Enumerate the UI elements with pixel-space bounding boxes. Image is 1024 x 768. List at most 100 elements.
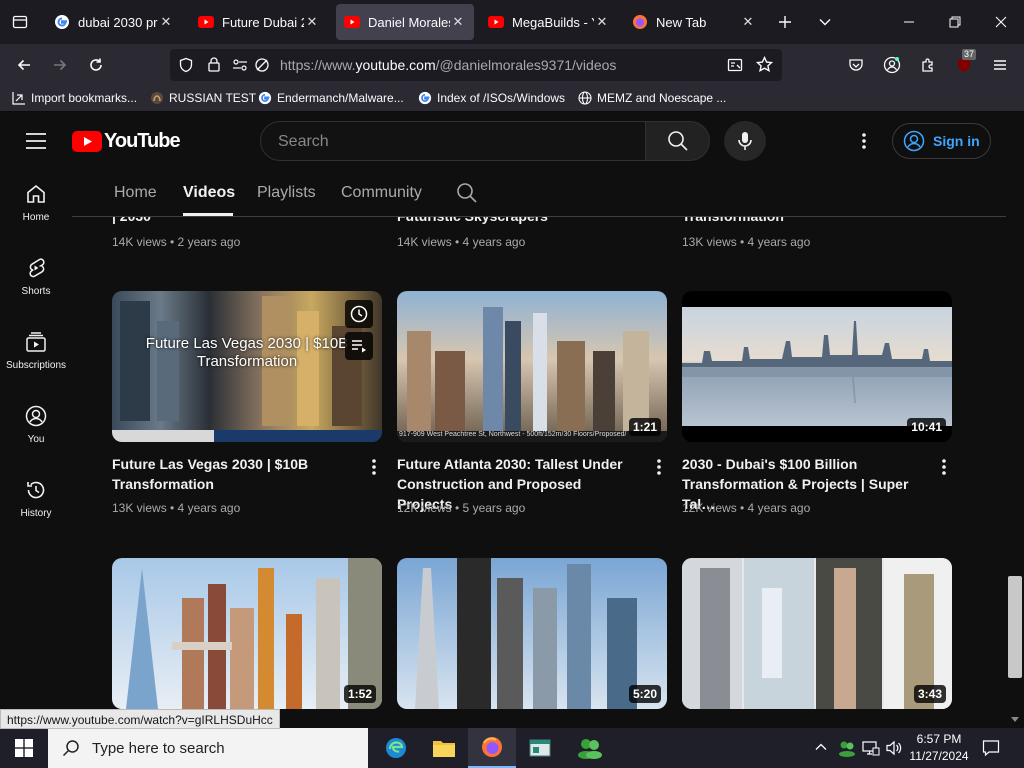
firefox-icon — [632, 14, 648, 30]
tab-home[interactable]: Home — [114, 184, 157, 202]
settings-menu-button[interactable] — [856, 131, 872, 156]
tab-daniel-morales[interactable]: Daniel Morales - ✕ — [336, 4, 474, 40]
sidebar-label: Subscriptions — [5, 360, 67, 371]
ublock-extension-button[interactable]: 37 — [949, 49, 979, 80]
bookmark-endermanch[interactable]: Endermanch/Malware... — [258, 91, 404, 105]
search-icon — [667, 131, 688, 151]
folder-icon — [433, 741, 455, 757]
forward-button[interactable] — [45, 50, 75, 80]
pocket-button[interactable] — [841, 50, 871, 80]
video-options-button[interactable] — [366, 457, 382, 477]
watch-later-button[interactable] — [345, 300, 373, 328]
bookmark-label: RUSSIAN TEST — [169, 91, 257, 105]
account-button[interactable] — [877, 50, 907, 80]
address-bar[interactable]: https://www.youtube.com/@danielmorales93… — [170, 49, 782, 81]
guide-menu-button[interactable] — [24, 129, 48, 158]
minimize-button[interactable] — [886, 0, 932, 44]
video-options-button[interactable] — [651, 457, 667, 477]
taskbar-app-window[interactable] — [516, 728, 564, 768]
tab-community[interactable]: Community — [341, 184, 422, 202]
channel-search-button[interactable] — [456, 182, 478, 209]
kebab-menu-icon — [862, 133, 866, 149]
taskbar-file-explorer[interactable] — [420, 728, 468, 768]
youtube-page: | 2030 14K views • 2 years ago Futuristi… — [0, 112, 1024, 728]
bookmark-import[interactable]: Import bookmarks... — [12, 91, 137, 105]
permissions-icon[interactable] — [232, 57, 248, 78]
sidebar-item-history[interactable]: History — [0, 466, 72, 532]
clock-time: 6:57 PM — [916, 732, 962, 746]
add-to-queue-button[interactable] — [345, 332, 373, 360]
youtube-wordmark: YouTube — [104, 130, 181, 152]
sidebar-item-home[interactable]: Home — [0, 170, 72, 236]
taskbar-firefox[interactable] — [468, 728, 516, 768]
new-tab-button[interactable] — [770, 7, 800, 37]
scrollbar-thumb[interactable] — [1008, 576, 1022, 678]
thumbnail-art — [415, 558, 637, 709]
close-tab-icon[interactable]: ✕ — [740, 14, 756, 30]
close-tab-icon[interactable]: ✕ — [450, 14, 466, 30]
app-window-icon — [529, 739, 551, 757]
tab-new-tab[interactable]: New Tab ✕ — [624, 4, 764, 40]
notifications-button[interactable] — [982, 739, 1000, 762]
video-thumbnail[interactable]: 917-909 West Peachtree St, Northwest - 5… — [397, 291, 667, 442]
back-button[interactable] — [9, 50, 39, 80]
video-thumbnail[interactable]: 10:41 — [682, 291, 952, 442]
tray-people-icon[interactable] — [838, 739, 856, 762]
show-hidden-icons-button[interactable] — [814, 740, 828, 759]
start-button[interactable] — [0, 728, 48, 768]
globe-icon — [578, 91, 592, 105]
tab-future-dubai[interactable]: Future Dubai 20 ✕ — [190, 4, 328, 40]
volume-icon[interactable] — [885, 740, 903, 761]
voice-search-button[interactable] — [724, 121, 766, 161]
lock-icon[interactable] — [206, 56, 222, 77]
sidebar-item-subscriptions[interactable]: Subscriptions — [0, 318, 72, 384]
tab-playlists[interactable]: Playlists — [257, 184, 316, 202]
tab-videos[interactable]: Videos — [183, 184, 235, 202]
sidebar-item-you[interactable]: You — [0, 392, 72, 458]
reload-button[interactable] — [81, 50, 111, 80]
bookmark-label: Import bookmarks... — [31, 91, 138, 105]
page-scrollbar[interactable] — [1006, 170, 1024, 728]
bookmark-iso-index[interactable]: Index of /ISOs/Windows — [418, 91, 565, 105]
video-thumbnail[interactable]: 3:43 — [682, 558, 952, 709]
network-icon[interactable] — [862, 740, 880, 761]
close-tab-icon[interactable]: ✕ — [304, 14, 320, 30]
hamburger-menu-icon — [26, 133, 46, 149]
search-button[interactable] — [646, 121, 710, 161]
close-tab-icon[interactable]: ✕ — [158, 14, 174, 30]
taskbar-search-input[interactable]: Type here to search — [48, 728, 368, 768]
close-tab-icon[interactable]: ✕ — [594, 14, 610, 30]
bookmark-russian-test[interactable]: RUSSIAN TEST — [150, 91, 256, 105]
url-text[interactable]: https://www.youtube.com/@danielmorales93… — [280, 57, 616, 73]
autoplay-blocked-icon[interactable] — [254, 57, 270, 78]
shield-icon[interactable] — [178, 57, 194, 78]
tab-megabuilds[interactable]: MegaBuilds - Yo ✕ — [480, 4, 618, 40]
extensions-button[interactable] — [913, 50, 943, 80]
list-all-tabs-button[interactable] — [5, 7, 35, 37]
bookmark-star-icon[interactable] — [755, 55, 774, 78]
sign-in-button[interactable]: Sign in — [892, 123, 991, 159]
kebab-menu-icon — [942, 459, 946, 475]
video-thumbnail[interactable]: 5:20 — [397, 558, 667, 709]
taskbar-clock[interactable]: 6:57 PM 11/27/2024 — [908, 731, 970, 765]
taskbar-contacts-app[interactable] — [566, 728, 614, 768]
restore-button[interactable] — [932, 0, 978, 44]
video-options-button[interactable] — [936, 457, 952, 477]
tab-label: dubai 2030 proje — [78, 14, 158, 30]
tab-overflow-button[interactable] — [810, 7, 840, 37]
search-input[interactable]: Search — [260, 121, 646, 161]
close-window-button[interactable] — [978, 0, 1024, 44]
search-icon — [62, 740, 79, 757]
youtube-logo[interactable]: YouTube — [72, 130, 181, 153]
tab-dubai-search[interactable]: dubai 2030 proje ✕ — [46, 4, 182, 40]
video-thumbnail[interactable]: 1:52 — [112, 558, 382, 709]
close-icon — [995, 16, 1007, 28]
app-menu-button[interactable] — [985, 50, 1015, 80]
video-title[interactable]: Future Las Vegas 2030 | $10B Transformat… — [112, 454, 352, 494]
taskbar-edge[interactable] — [372, 728, 420, 768]
video-thumbnail[interactable]: Future Las Vegas 2030 | $10B Transformat… — [112, 291, 382, 442]
bookmark-memz[interactable]: MEMZ and Noescape ... — [578, 91, 726, 105]
tab-label: New Tab — [656, 14, 707, 30]
reader-view-icon[interactable] — [727, 57, 743, 78]
sidebar-item-shorts[interactable]: Shorts — [0, 244, 72, 310]
